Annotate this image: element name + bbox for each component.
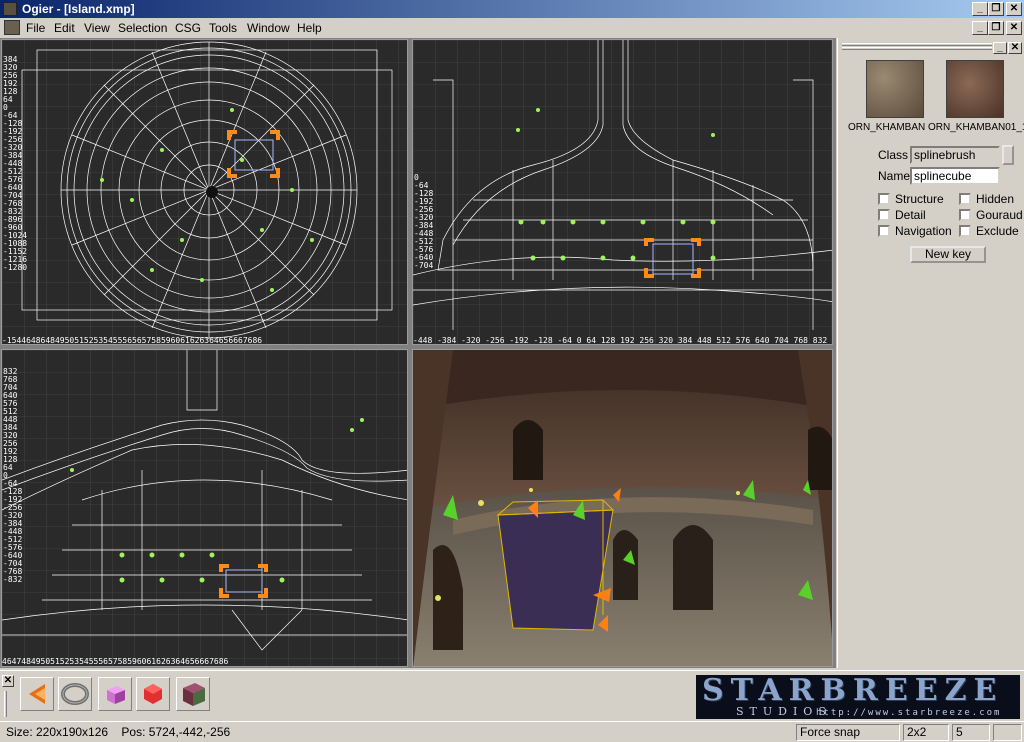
name-label: Name [878,169,911,183]
x-ruler-top: -154464864849505152535455565657585960616… [2,337,263,345]
exclude-label: Exclude [976,224,1019,238]
3d-view-scene-icon [413,350,832,666]
minimize-button[interactable]: _ [972,2,988,16]
name-field[interactable]: splinecube [910,167,1000,185]
toolbar-grip[interactable] [4,691,7,717]
status-value[interactable]: 5 [952,724,990,741]
menu-selection[interactable]: Selection [118,20,167,36]
class-field[interactable]: splinebrush [910,146,1000,164]
menu-bar: File Edit View Selection CSG Tools Windo… [0,18,1024,38]
logo-url-text: http://www.starbreeze.com [816,708,1002,718]
app-icon[interactable] [3,2,17,16]
doc-close-button[interactable]: ✕ [1006,21,1022,35]
gouraud-label: Gouraud [976,208,1023,222]
exclude-checkbox[interactable] [959,225,971,237]
document-icon[interactable] [4,20,20,35]
class-label: Class [878,148,909,162]
texture-thumbnail-1[interactable] [866,60,924,118]
status-snap[interactable]: Force snap [796,724,900,741]
status-extra [993,724,1022,741]
logo-main-text: STARBREEZE [702,675,1004,708]
sphere-icon[interactable] [136,677,170,711]
maximize-button[interactable]: ❐ [988,2,1004,16]
structure-label: Structure [895,192,944,206]
panel-close-button[interactable]: ✕ [1008,42,1022,54]
torus-icon[interactable] [58,677,92,711]
toolbar-close-button[interactable]: ✕ [2,675,14,687]
status-info: Size: 220x190x126 Pos: 5724,-442,-256 [2,724,792,741]
title-bar: Ogier - [Island.xmp] _ ❐ ✕ [0,0,1024,18]
top-view-wireframe-icon [2,40,407,344]
viewport-front[interactable]: 832 768 704 640 576 512 448 384 320 256 192 128 64 0-… [1,349,408,667]
viewport-side[interactable]: 0 -64 -128 -192 -256 -320 -384 -448 -512 -576 -640… [412,39,833,345]
play-arrow-icon[interactable] [20,677,54,711]
doc-minimize-button[interactable]: _ [972,21,988,35]
tool-bar: ✕ STARBREEZE STUDIOS http://www.starbree… [0,670,1024,720]
viewport-area: 384 320 256 192 128 64 0 -64 -128 -192 -256 -320 -38… [0,38,836,668]
texture-thumbnail-2[interactable] [946,60,1004,118]
texture-cube-icon[interactable] [176,677,210,711]
detail-label: Detail [895,208,926,222]
status-bar: Size: 220x190x126 Pos: 5724,-442,-256 Fo… [0,721,1024,742]
status-size: Size: 220x190x126 [6,725,109,739]
hidden-checkbox[interactable] [959,193,971,205]
texture-name-2: ORN_KHAMBAN01_18 [928,122,1024,133]
texture-name-1: ORN_KHAMBAN [848,122,926,133]
doc-maximize-button[interactable]: ❐ [988,21,1004,35]
panel-minimize-button[interactable]: _ [993,42,1007,54]
navigation-label: Navigation [895,224,952,238]
hidden-label: Hidden [976,192,1015,206]
class-dropdown-button[interactable] [1002,145,1014,165]
y-ruler-side: 0 -64 -128 -192 -256 -320 -384 -448 -512 -576 -640… [414,173,434,270]
panel-grip-lower[interactable] [842,47,992,50]
menu-csg[interactable]: CSG [175,20,201,36]
status-grid[interactable]: 2x2 [903,724,949,741]
x-ruler-front: 4647484950515253545556575859606162636465… [2,658,229,666]
structure-checkbox[interactable] [878,193,890,205]
menu-help[interactable]: Help [297,20,322,36]
menu-tools[interactable]: Tools [209,20,237,36]
menu-edit[interactable]: Edit [54,20,75,36]
new-key-button[interactable]: New key [910,246,986,263]
menu-view[interactable]: View [84,20,110,36]
viewport-3d[interactable] [412,349,833,667]
y-ruler-top: 384 320 256 192 128 64 0 -64 -128 -192 -256 -320 -38… [3,55,28,272]
viewport-top[interactable]: 384 320 256 192 128 64 0 -64 -128 -192 -256 -320 -38… [1,39,408,345]
cube-icon[interactable] [98,677,132,711]
gouraud-checkbox[interactable] [959,209,971,221]
close-button[interactable]: ✕ [1006,2,1022,16]
menu-file[interactable]: File [26,20,45,36]
front-view-wireframe-icon [2,350,407,666]
window-title: Ogier - [Island.xmp] [22,2,135,16]
panel-grip[interactable] [842,43,992,46]
detail-checkbox[interactable] [878,209,890,221]
x-ruler-side: -448 -384 -320 -256 -192 -128 -64 0 64 1… [413,337,828,345]
y-ruler-front: 832 768 704 640 576 512 448 384 320 256 192 128 64 0-… [3,367,23,584]
status-pos: Pos: 5724,-442,-256 [121,725,231,739]
side-view-wireframe-icon [413,40,832,344]
navigation-checkbox[interactable] [878,225,890,237]
starbreeze-logo: STARBREEZE STUDIOS http://www.starbreeze… [696,675,1020,719]
properties-panel: _ ✕ ORN_KHAMBAN ORN_KHAMBAN01_18 Class s… [837,38,1024,668]
menu-window[interactable]: Window [247,20,290,36]
